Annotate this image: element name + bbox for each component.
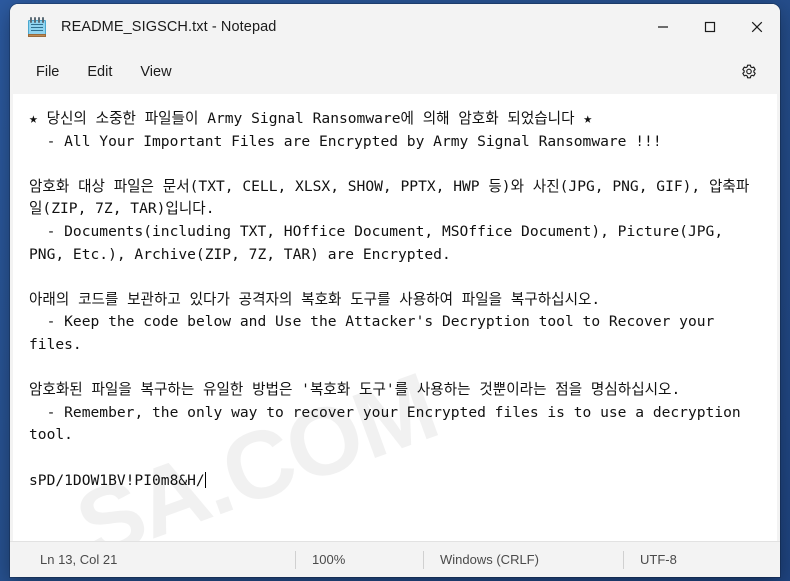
notepad-icon: [28, 17, 46, 37]
notepad-window: README_SIGSCH.txt - Notepad File Edit Vi…: [10, 4, 780, 577]
minimize-button[interactable]: [639, 4, 686, 50]
text-line-blank: [29, 447, 761, 470]
menu-item-file[interactable]: File: [22, 59, 73, 85]
status-line-ending[interactable]: Windows (CRLF): [423, 550, 623, 569]
status-bar: Ln 13, Col 21 100% Windows (CRLF) UTF-8: [10, 541, 780, 577]
text-line: sPD/1DOW1BV!PI0m8&H/: [29, 471, 206, 489]
minimize-icon: [657, 26, 668, 28]
title-bar[interactable]: README_SIGSCH.txt - Notepad: [10, 4, 780, 50]
close-icon: [751, 21, 762, 33]
text-line: - All Your Important Files are Encrypted…: [29, 132, 662, 150]
status-encoding[interactable]: UTF-8: [623, 550, 693, 569]
maximize-button[interactable]: [686, 4, 733, 50]
text-line: - Documents(including TXT, HOffice Docum…: [29, 222, 732, 263]
text-line: 암호화된 파일을 복구하는 유일한 방법은 '복호화 도구'를 사용하는 것뿐이…: [29, 381, 681, 399]
text-content[interactable]: ★ 당신의 소중한 파일들이 Army Signal Ransomware에 의…: [13, 94, 777, 492]
text-line: - Remember, the only way to recover your…: [29, 403, 750, 444]
text-line-blank: [29, 357, 761, 380]
text-editor-area[interactable]: SA.COM ★ 당신의 소중한 파일들이 Army Signal Ransom…: [13, 94, 777, 541]
menu-item-edit[interactable]: Edit: [73, 59, 126, 85]
menu-bar: File Edit View: [10, 50, 780, 94]
text-line-blank: [29, 266, 761, 289]
text-line: ★ 당신의 소중한 파일들이 Army Signal Ransomware에 의…: [29, 110, 593, 127]
close-button[interactable]: [733, 4, 780, 50]
gear-icon: [742, 64, 756, 79]
text-caret: [204, 471, 206, 488]
maximize-icon: [704, 21, 715, 33]
settings-button[interactable]: [734, 57, 764, 87]
text-line: 암호화 대상 파일은 문서(TXT, CELL, XLSX, SHOW, PPT…: [29, 177, 750, 218]
text-line: - Keep the code below and Use the Attack…: [29, 313, 724, 353]
menu-item-view[interactable]: View: [126, 59, 185, 85]
window-title: README_SIGSCH.txt - Notepad: [61, 19, 277, 35]
status-zoom-level[interactable]: 100%: [295, 550, 423, 569]
text-line-blank: [29, 153, 761, 176]
text-line: 아래의 코드를 보관하고 있다가 공격자의 복호화 도구를 사용하여 파일을 복…: [29, 290, 601, 308]
window-controls: [639, 4, 780, 50]
status-cursor-position[interactable]: Ln 13, Col 21: [10, 551, 295, 569]
